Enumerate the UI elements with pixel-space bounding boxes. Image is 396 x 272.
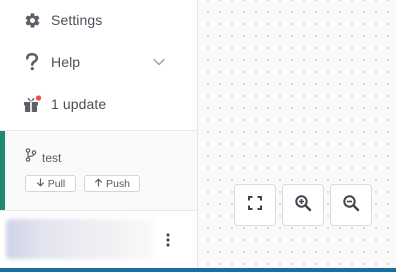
branch-indicator: test (25, 148, 61, 167)
pull-label: Pull (47, 177, 66, 190)
push-label: Push (106, 177, 130, 190)
git-accent-bar (0, 131, 5, 210)
user-info-redacted (6, 219, 154, 259)
fit-view-button[interactable] (234, 184, 276, 226)
kebab-icon[interactable] (160, 230, 176, 250)
arrow-up-icon (94, 178, 103, 190)
chevron-down-icon[interactable] (152, 55, 166, 69)
gear-icon (22, 10, 42, 30)
arrow-down-icon (36, 177, 45, 190)
workflow-canvas[interactable] (198, 0, 396, 268)
gift-icon (22, 94, 42, 114)
user-menu[interactable] (0, 211, 197, 268)
app-window: Settings Help 1 update test Pull Push (0, 0, 396, 272)
sidebar: Settings Help 1 update test Pull Push (0, 0, 198, 268)
zoom-in-icon (294, 194, 312, 217)
branch-name: test (42, 150, 62, 165)
fit-view-icon (247, 195, 263, 216)
bottom-status-bar (0, 268, 396, 272)
sidebar-item-label: Settings (51, 12, 103, 28)
git-branch-icon (25, 148, 37, 167)
sidebar-item-label: 1 update (51, 96, 107, 112)
zoom-in-button[interactable] (282, 184, 324, 226)
zoom-out-icon (342, 194, 360, 217)
sidebar-item-help[interactable]: Help (0, 42, 197, 82)
sidebar-item-updates[interactable]: 1 update (0, 84, 197, 124)
notification-dot (35, 95, 42, 101)
git-panel: test Pull Push (0, 131, 197, 210)
question-icon (22, 52, 42, 72)
sidebar-item-label: Help (51, 54, 81, 70)
push-button[interactable]: Push (84, 175, 140, 192)
zoom-out-button[interactable] (330, 184, 372, 226)
sidebar-item-settings[interactable]: Settings (0, 0, 197, 40)
pull-button[interactable]: Pull (25, 175, 76, 192)
